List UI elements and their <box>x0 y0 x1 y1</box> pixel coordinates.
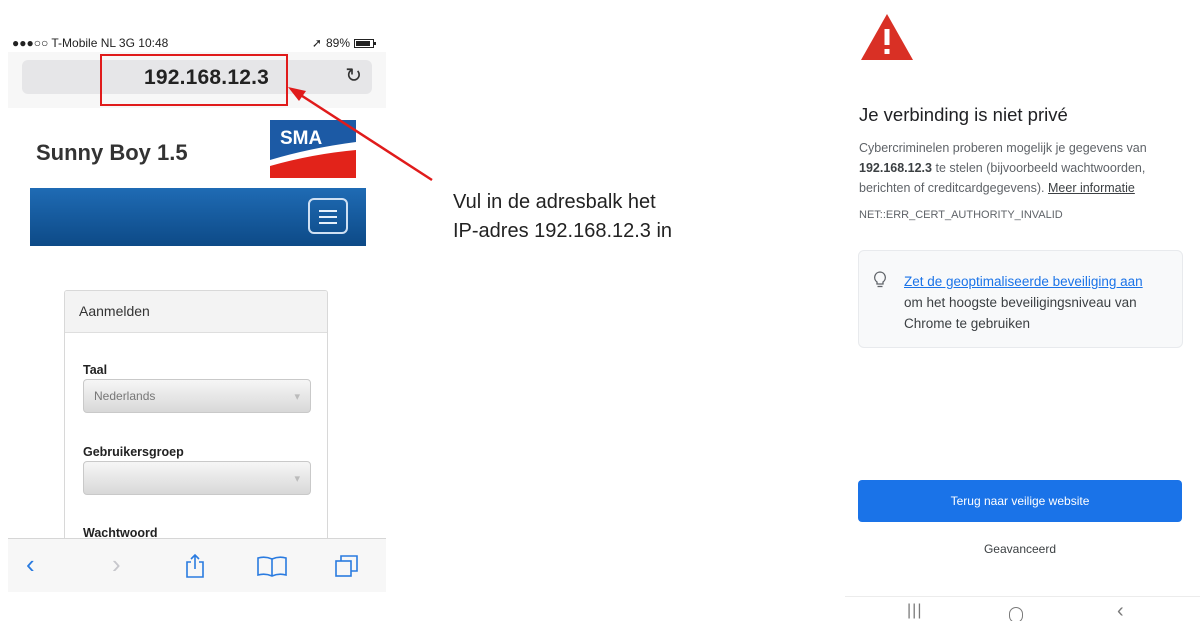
tabs-icon[interactable] <box>334 553 360 579</box>
chevron-down-icon: ▾ <box>294 391 300 403</box>
tip-description: om het hoogste beveiligingsniveau van Ch… <box>904 295 1137 331</box>
back-to-safety-button[interactable]: Terug naar veilige website <box>858 480 1182 522</box>
sma-logo: SMA <box>270 120 356 178</box>
reload-icon[interactable]: ↻ <box>345 66 362 86</box>
status-bar: ●●●○○ T-Mobile NL 3G 10:48 ➚ 89% <box>8 28 386 54</box>
login-heading: Aanmelden <box>65 291 327 333</box>
menu-button[interactable] <box>308 198 348 234</box>
more-info-link[interactable]: Meer informatie <box>1048 181 1135 195</box>
lightbulb-icon <box>874 271 886 288</box>
error-title: Je verbinding is niet privé <box>859 104 1068 125</box>
error-text-start: Cybercriminelen proberen mogelijk je geg… <box>859 141 1147 155</box>
chevron-down-icon: ▾ <box>294 473 300 485</box>
recents-icon[interactable]: ||| <box>907 603 922 619</box>
instruction-line-2: IP-adres 192.168.12.3 in <box>453 220 673 242</box>
url-text[interactable]: 192.168.12.3 <box>144 66 269 90</box>
battery-percentage: 89% <box>325 36 350 50</box>
back-icon[interactable]: ‹ <box>26 549 35 579</box>
site-title: Sunny Boy 1.5 <box>36 140 188 165</box>
address-bar[interactable]: 192.168.12.3 ↻ <box>22 60 372 94</box>
security-tip-box: Zet de geoptimaliseerde beveiliging aan … <box>858 250 1183 348</box>
instruction-line-1: Vul in de adresbalk het <box>453 191 656 213</box>
error-host: 192.168.12.3 <box>859 161 932 175</box>
forward-icon[interactable]: › <box>112 549 121 579</box>
android-navigation-bar: ||| ‹ <box>845 596 1200 621</box>
instruction-text: Vul in de adresbalk het IP-adres 192.168… <box>453 188 672 246</box>
usergroup-select[interactable]: ▾ <box>83 461 311 495</box>
bookmarks-icon[interactable] <box>256 555 288 577</box>
home-icon[interactable] <box>1009 607 1023 621</box>
language-label: Taal <box>83 363 108 377</box>
enhanced-protection-link[interactable]: Zet de geoptimaliseerde beveiliging aan <box>904 271 1174 292</box>
error-description: Cybercriminelen proberen mogelijk je geg… <box>859 138 1195 198</box>
address-bar-area: 192.168.12.3 ↻ <box>8 52 386 108</box>
language-value: Nederlands <box>94 389 156 403</box>
right-phone-screenshot: Je verbinding is niet privé Cybercrimine… <box>845 0 1200 621</box>
advanced-button[interactable]: Geavanceerd <box>858 542 1182 566</box>
language-select[interactable]: Nederlands ▾ <box>83 379 311 413</box>
battery-icon <box>354 38 376 48</box>
carrier-text: ●●●○○ T-Mobile NL 3G 10:48 <box>12 36 169 50</box>
warning-triangle-icon <box>861 14 913 60</box>
location-arrow-icon: ➚ <box>311 36 322 50</box>
status-right: ➚ 89% <box>311 36 376 50</box>
safari-toolbar: ‹ › <box>8 538 386 592</box>
navigation-bar <box>30 188 366 246</box>
usergroup-label: Gebruikersgroep <box>83 445 184 459</box>
share-icon[interactable] <box>184 553 206 579</box>
back-icon[interactable]: ‹ <box>1117 601 1124 621</box>
left-phone-screenshot: ●●●○○ T-Mobile NL 3G 10:48 ➚ 89% 192.168… <box>8 28 386 592</box>
error-code: NET::ERR_CERT_AUTHORITY_INVALID <box>859 209 1063 221</box>
site-header: Sunny Boy 1.5 SMA <box>8 112 386 188</box>
sma-logo-text: SMA <box>280 128 323 149</box>
